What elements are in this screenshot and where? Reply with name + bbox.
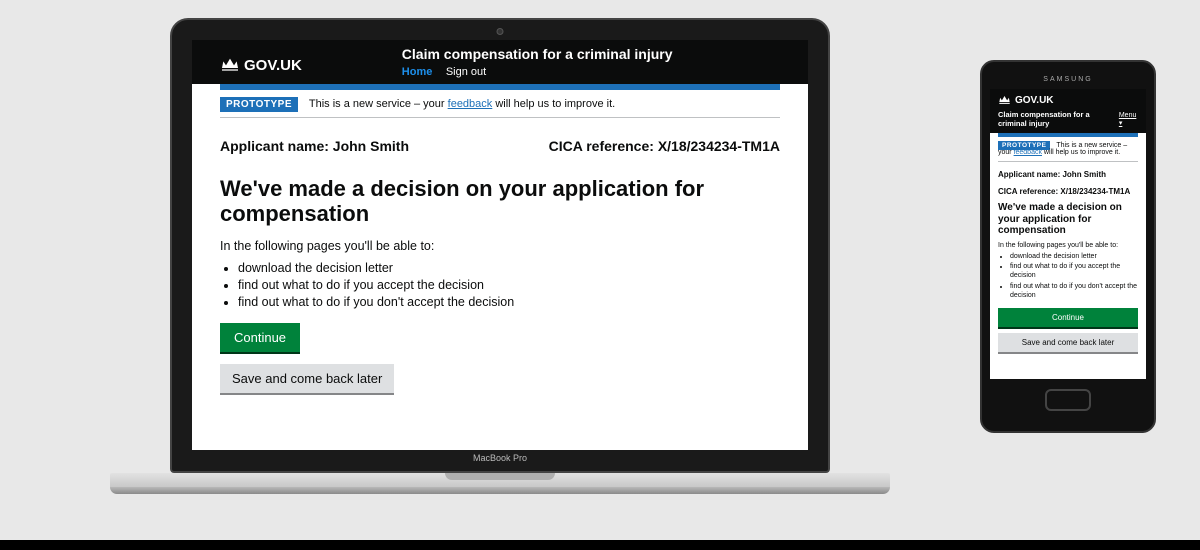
phone-home-button[interactable] <box>1045 389 1091 411</box>
page-title: We've made a decision on your applicatio… <box>220 176 720 227</box>
reference-label: CICA reference: <box>998 187 1058 196</box>
list-item: find out what to do if you accept the de… <box>1010 263 1138 281</box>
applicant-label: Applicant name: <box>998 170 1060 179</box>
phase-text-before: This is a new service – your <box>309 98 448 110</box>
reference-value: X/18/234234-TM1A <box>658 138 780 154</box>
menu-toggle[interactable]: Menu ▾ <box>1119 112 1138 127</box>
camera-icon <box>497 28 504 35</box>
service-name: Claim compensation for a criminal injury <box>998 110 1119 128</box>
applicant-block: Applicant name: John Smith <box>220 138 409 154</box>
feedback-link[interactable]: feedback <box>1014 149 1042 156</box>
continue-button[interactable]: Continue <box>220 323 300 352</box>
bullet-list: download the decision letter find out wh… <box>1010 253 1138 301</box>
list-item: find out what to do if you don't accept … <box>238 295 780 309</box>
phone-brand-label: SAMSUNG <box>990 76 1146 89</box>
header-row: GOV.UK <box>998 94 1138 107</box>
laptop-base <box>170 473 830 495</box>
list-item: download the decision letter <box>238 261 780 275</box>
nav-home-link[interactable]: Home <box>402 66 433 78</box>
bottom-bar <box>0 540 1200 550</box>
reference-block: CICA reference: X/18/234234-TM1A <box>998 187 1138 196</box>
laptop-bezel: GOV.UK Claim compensation for a criminal… <box>170 18 830 473</box>
nav-signout-link[interactable]: Sign out <box>446 66 486 78</box>
intro-text: In the following pages you'll be able to… <box>998 242 1138 249</box>
service-row: Claim compensation for a criminal injury… <box>998 107 1138 133</box>
applicant-block: Applicant name: John Smith <box>998 170 1138 179</box>
site-header: GOV.UK Claim compensation for a criminal… <box>192 40 808 84</box>
phase-banner: PROTOTYPE This is a new service – your f… <box>998 137 1138 162</box>
phase-banner: PROTOTYPE This is a new service – your f… <box>220 90 780 118</box>
list-item: find out what to do if you don't accept … <box>1010 283 1138 301</box>
govuk-logo[interactable]: GOV.UK <box>244 57 302 74</box>
list-item: download the decision letter <box>1010 253 1138 262</box>
phone-mockup: SAMSUNG GOV.UK Claim compensation for a … <box>980 60 1156 433</box>
applicant-name: John Smith <box>333 138 409 154</box>
crown-icon <box>998 94 1011 107</box>
site-header: GOV.UK Claim compensation for a criminal… <box>990 89 1146 133</box>
main-content: Applicant name: John Smith CICA referenc… <box>990 170 1146 362</box>
intro-text: In the following pages you'll be able to… <box>220 239 780 253</box>
reference-block: CICA reference: X/18/234234-TM1A <box>549 138 780 154</box>
applicant-name: John Smith <box>1062 170 1106 179</box>
laptop-base-bottom <box>110 487 890 494</box>
header-row: GOV.UK Claim compensation for a criminal… <box>220 46 780 84</box>
reference-value: X/18/234234-TM1A <box>1060 187 1130 196</box>
list-item: find out what to do if you accept the de… <box>238 278 780 292</box>
save-button[interactable]: Save and come back later <box>998 333 1138 352</box>
phase-text-after: will help us to improve it. <box>492 98 615 110</box>
crown-icon <box>220 56 240 75</box>
reference-label: CICA reference: <box>549 138 654 154</box>
phase-text-after: will help us to improve it. <box>1042 149 1120 156</box>
govuk-logo[interactable]: GOV.UK <box>1015 95 1054 106</box>
laptop-base-top <box>110 473 890 487</box>
phase-tag: PROTOTYPE <box>220 97 298 112</box>
feedback-link[interactable]: feedback <box>448 98 493 110</box>
applicant-label: Applicant name: <box>220 138 329 154</box>
service-column: Claim compensation for a criminal injury… <box>402 46 673 84</box>
header-nav: Home Sign out <box>402 64 673 84</box>
save-button[interactable]: Save and come back later <box>220 364 394 393</box>
laptop-notch <box>445 473 555 480</box>
continue-button[interactable]: Continue <box>998 308 1138 327</box>
phone-screen: GOV.UK Claim compensation for a criminal… <box>990 89 1146 379</box>
bullet-list: download the decision letter find out wh… <box>238 261 780 309</box>
meta-row: Applicant name: John Smith CICA referenc… <box>220 138 780 154</box>
main-content: Applicant name: John Smith CICA referenc… <box>192 138 808 413</box>
laptop-screen: GOV.UK Claim compensation for a criminal… <box>192 40 808 450</box>
laptop-brand-label: MacBook Pro <box>192 450 808 463</box>
laptop-mockup: GOV.UK Claim compensation for a criminal… <box>170 18 830 495</box>
service-name: Claim compensation for a criminal injury <box>402 46 673 62</box>
page-title: We've made a decision on your applicatio… <box>998 202 1138 237</box>
